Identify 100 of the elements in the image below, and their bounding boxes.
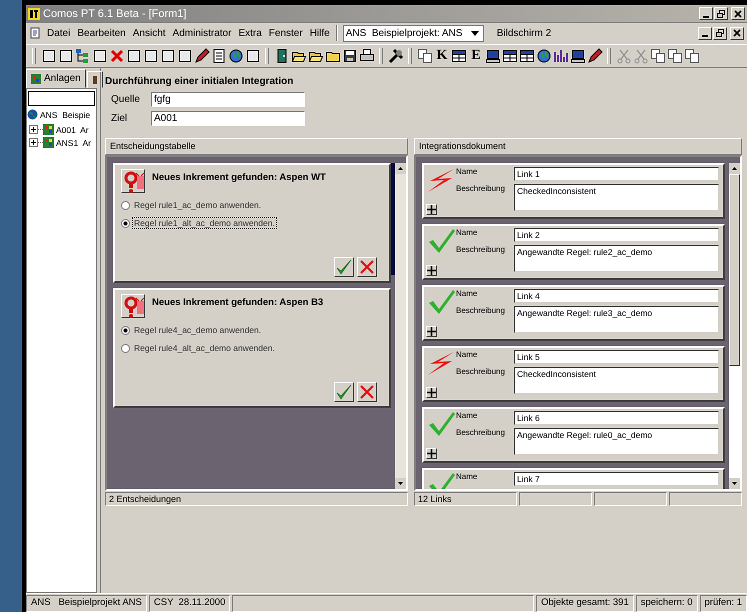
expand-icon[interactable] bbox=[29, 138, 38, 147]
expand-button[interactable] bbox=[426, 448, 437, 459]
input-field[interactable]: fgfg bbox=[151, 92, 305, 107]
blank-icon[interactable] bbox=[92, 48, 108, 64]
menu-item[interactable]: Ansicht bbox=[132, 28, 167, 38]
minimize-button[interactable] bbox=[698, 26, 712, 40]
blank-icon[interactable] bbox=[41, 48, 57, 64]
scrollbar[interactable] bbox=[395, 163, 406, 489]
tree-item[interactable]: ANS1 Ar bbox=[43, 136, 91, 149]
globe-icon[interactable] bbox=[536, 48, 552, 64]
field-label: Name bbox=[456, 167, 478, 178]
blank-icon[interactable] bbox=[177, 48, 193, 64]
radio-button[interactable] bbox=[121, 200, 130, 210]
close-icon bbox=[359, 384, 375, 400]
description-field[interactable]: Angewandte Regel: rule3_ac_demo bbox=[514, 306, 719, 333]
name-field[interactable]: Link 2 bbox=[514, 228, 719, 242]
name-field[interactable]: Link 4 bbox=[514, 289, 719, 303]
menu-item[interactable]: Administrator bbox=[172, 28, 232, 38]
scroll-up-icon[interactable] bbox=[395, 163, 406, 174]
tree-icon[interactable] bbox=[75, 48, 91, 64]
scroll-down-icon[interactable] bbox=[395, 478, 406, 489]
close-button[interactable] bbox=[731, 7, 745, 20]
reject-button[interactable] bbox=[357, 257, 377, 277]
chart-icon[interactable] bbox=[553, 48, 569, 64]
restore-button[interactable] bbox=[714, 7, 728, 20]
project-dropdown[interactable]: ANS Beispielprojekt: ANS bbox=[342, 24, 484, 42]
scrollbar[interactable] bbox=[729, 163, 740, 489]
expand-button[interactable] bbox=[426, 265, 437, 276]
accept-button[interactable] bbox=[334, 382, 354, 402]
document-icon[interactable] bbox=[211, 48, 227, 64]
menu-item[interactable]: Bearbeiten bbox=[76, 28, 127, 38]
copy-icon[interactable] bbox=[650, 48, 666, 64]
name-field[interactable]: Link 1 bbox=[514, 167, 719, 181]
scroll-thumb[interactable] bbox=[729, 174, 740, 366]
plant-icon bbox=[31, 74, 41, 84]
tools-icon[interactable] bbox=[388, 48, 404, 64]
tree-item[interactable]: A001 Ar bbox=[43, 123, 89, 136]
expand-button[interactable] bbox=[426, 326, 437, 337]
option-label: Regel rule4_alt_ac_demo anwenden. bbox=[133, 342, 276, 354]
grid-icon[interactable] bbox=[502, 48, 518, 64]
conflict-button[interactable] bbox=[121, 169, 145, 193]
copy-icon[interactable] bbox=[667, 48, 683, 64]
monitor-icon[interactable] bbox=[570, 48, 586, 64]
scroll-down-icon[interactable] bbox=[729, 478, 740, 489]
filter-field[interactable] bbox=[28, 91, 95, 106]
minimize-button[interactable] bbox=[699, 7, 713, 20]
toolbar-button[interactable]: K bbox=[434, 48, 450, 64]
printer-icon[interactable] bbox=[359, 48, 375, 64]
description-field[interactable]: Angewandte Regel: rule0_ac_demo bbox=[514, 428, 719, 455]
save-icon[interactable] bbox=[342, 48, 358, 64]
expand-button[interactable] bbox=[426, 204, 437, 215]
status-counter: Objekte gesamt: 391 bbox=[536, 595, 634, 612]
description-field[interactable]: CheckedInconsistent bbox=[514, 184, 719, 211]
decision-heading: Neues Inkrement gefunden: Aspen B3 bbox=[152, 297, 324, 308]
copy-icon[interactable] bbox=[417, 48, 433, 64]
reject-button[interactable] bbox=[357, 382, 377, 402]
blank-icon[interactable] bbox=[143, 48, 159, 64]
input-field[interactable]: A001 bbox=[151, 111, 305, 126]
globe-icon[interactable] bbox=[228, 48, 244, 64]
menu-item[interactable]: Fenster bbox=[268, 28, 304, 38]
plant-icon bbox=[43, 137, 54, 148]
name-field[interactable]: Link 5 bbox=[514, 350, 719, 364]
description-field[interactable]: Angewandte Regel: rule2_ac_demo bbox=[514, 245, 719, 272]
alert-figure-icon bbox=[122, 170, 146, 194]
expand-icon[interactable] bbox=[29, 125, 38, 134]
radio-button[interactable] bbox=[121, 218, 130, 228]
blank-icon[interactable] bbox=[126, 48, 142, 64]
monitor-icon[interactable] bbox=[485, 48, 501, 64]
pen-icon[interactable] bbox=[194, 48, 210, 64]
restore-button[interactable] bbox=[713, 26, 727, 40]
copy-icon[interactable] bbox=[684, 48, 700, 64]
bar-icon bbox=[92, 74, 98, 84]
scroll-up-icon[interactable] bbox=[729, 163, 740, 174]
accept-button[interactable] bbox=[334, 257, 354, 277]
grid-icon[interactable] bbox=[451, 48, 467, 64]
window-title: Comos PT 6.1 Beta - [Form1] bbox=[43, 8, 186, 20]
blank-icon[interactable] bbox=[245, 48, 261, 64]
conflict-button[interactable] bbox=[121, 294, 145, 318]
document-icon[interactable] bbox=[29, 27, 41, 39]
name-field[interactable]: Link 6 bbox=[514, 411, 719, 425]
plus-icon bbox=[427, 327, 436, 336]
pen-icon[interactable] bbox=[587, 48, 603, 64]
tree-item[interactable]: ANS Beispie bbox=[27, 108, 90, 121]
grid-icon[interactable] bbox=[519, 48, 535, 64]
name-field[interactable]: Link 7 bbox=[514, 472, 719, 486]
description-field[interactable]: CheckedInconsistent bbox=[514, 367, 719, 394]
close-button[interactable] bbox=[730, 26, 744, 40]
expand-button[interactable] bbox=[426, 387, 437, 398]
menu-item[interactable]: Datei bbox=[46, 28, 72, 38]
tab[interactable]: Anlagen bbox=[26, 69, 86, 88]
status-counter: speichern: 0 bbox=[636, 595, 698, 612]
menu-item[interactable]: Extra bbox=[237, 28, 263, 38]
toolbar-button[interactable]: E bbox=[468, 48, 484, 64]
radio-button[interactable] bbox=[121, 326, 130, 334]
status-text: 12 Links bbox=[414, 492, 517, 506]
restore-icon bbox=[717, 10, 725, 18]
radio-button[interactable] bbox=[121, 344, 130, 352]
blank-icon[interactable] bbox=[58, 48, 74, 64]
menu-item[interactable]: Hilfe bbox=[308, 28, 331, 38]
blank-icon[interactable] bbox=[160, 48, 176, 64]
